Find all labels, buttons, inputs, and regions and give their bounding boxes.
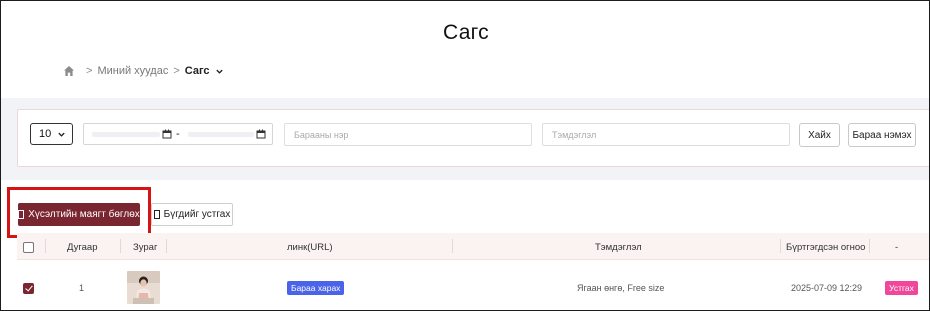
- trash-icon: [153, 210, 160, 219]
- header-image: Зураг: [133, 242, 158, 253]
- column-divider: [166, 239, 167, 253]
- end-date-field[interactable]: [188, 132, 254, 137]
- select-all-checkbox[interactable]: [23, 242, 34, 253]
- note-placeholder: Тэмдэглэл: [552, 129, 597, 140]
- calendar-icon[interactable]: [256, 129, 266, 139]
- breadcrumb-separator: >: [173, 65, 180, 77]
- page-title: Сагс: [443, 21, 489, 44]
- header-date: Бүртгэгдсэн огноо: [786, 242, 866, 253]
- home-icon[interactable]: [63, 65, 75, 77]
- breadcrumb: > Миний хуудас > Сагс: [63, 65, 224, 77]
- form-icon: [18, 210, 25, 219]
- delete-all-label: Бүгдийг устгах: [163, 209, 231, 220]
- breadcrumb-separator: >: [86, 65, 93, 77]
- product-name-placeholder: Барааны нэр: [294, 129, 349, 140]
- row-date: 2025-07-09 12:29: [791, 283, 863, 293]
- date-separator: -: [176, 128, 180, 140]
- delete-row-button[interactable]: Устгах: [885, 281, 918, 295]
- product-thumbnail[interactable]: [127, 271, 160, 304]
- column-divider: [120, 239, 121, 253]
- page-size-value: 10: [39, 128, 52, 140]
- row-number: 1: [79, 283, 85, 293]
- column-divider: [45, 239, 46, 253]
- page-size-select[interactable]: 10: [30, 123, 73, 145]
- breadcrumb-parent[interactable]: Миний хуудас: [97, 65, 168, 77]
- note-input[interactable]: Тэмдэглэл: [542, 123, 790, 146]
- header-note: Тэмдэглэл: [595, 242, 642, 253]
- column-divider: [780, 239, 781, 253]
- start-date-field[interactable]: [92, 132, 160, 137]
- search-button[interactable]: Хайх: [799, 123, 840, 147]
- row-checkbox[interactable]: [23, 283, 34, 294]
- chevron-down-icon[interactable]: [215, 67, 224, 76]
- header-actions: -: [895, 242, 899, 253]
- page-frame: Сагс > Миний хуудас > Сагс 10 - Барааны …: [0, 0, 930, 311]
- breadcrumb-current: Сагс: [184, 65, 210, 77]
- date-range-picker[interactable]: -: [83, 123, 273, 145]
- fill-request-form-button[interactable]: Хүсэлтийн маягт бөглөх: [18, 203, 140, 226]
- row-note: Ягаан өнгө, Free size: [577, 283, 665, 293]
- fill-request-form-label: Хүсэлтийн маягт бөглөх: [28, 209, 140, 220]
- chevron-down-icon: [58, 132, 65, 137]
- view-product-link[interactable]: Бараа харах: [287, 281, 345, 295]
- delete-all-button[interactable]: Бүгдийг устгах: [151, 203, 233, 226]
- header-link: линк(URL): [287, 242, 333, 253]
- calendar-icon[interactable]: [162, 129, 172, 139]
- column-divider: [452, 239, 453, 253]
- product-name-input[interactable]: Барааны нэр: [284, 123, 532, 146]
- add-product-button[interactable]: Бараа нэмэх: [848, 123, 916, 147]
- column-divider: [869, 239, 870, 253]
- header-number: Дугаар: [67, 242, 98, 253]
